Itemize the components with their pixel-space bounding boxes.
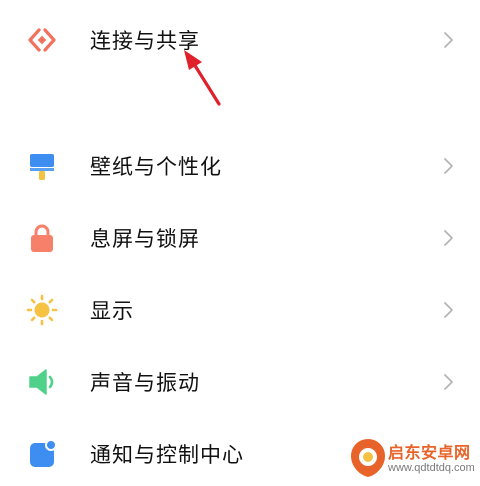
- sound-vibration-icon: [26, 366, 58, 398]
- wallpaper-personalization-icon: [26, 150, 58, 182]
- red-pointer-arrow-icon: [172, 46, 232, 112]
- connection-sharing-icon: [26, 24, 58, 56]
- settings-item-wallpaper-personalization[interactable]: 壁纸与个性化: [0, 134, 480, 198]
- chevron-right-icon: [442, 156, 456, 176]
- settings-item-label: 息屏与锁屏: [90, 227, 200, 251]
- settings-item-label: 显示: [90, 299, 134, 323]
- settings-item-label: 声音与振动: [90, 371, 200, 395]
- display-sun-icon: [26, 294, 58, 326]
- settings-item-sound-vibration[interactable]: 声音与振动: [0, 350, 480, 414]
- notification-control-icon: [26, 438, 58, 470]
- settings-item-label: 壁纸与个性化: [90, 155, 222, 179]
- watermark: 启东安卓网 www.qdtdtdq.com: [346, 436, 480, 482]
- watermark-url: www.qdtdtdq.com: [388, 462, 475, 474]
- watermark-logo-icon: [346, 436, 390, 480]
- chevron-right-icon: [442, 30, 456, 50]
- lock-screen-icon: [26, 222, 58, 254]
- chevron-right-icon: [442, 228, 456, 248]
- settings-item-lock-screen[interactable]: 息屏与锁屏: [0, 206, 480, 270]
- chevron-right-icon: [442, 300, 456, 320]
- chevron-right-icon: [442, 372, 456, 392]
- settings-item-display[interactable]: 显示: [0, 278, 480, 342]
- watermark-title: 启东安卓网: [388, 443, 471, 462]
- settings-item-connection-sharing[interactable]: 连接与共享: [0, 8, 480, 72]
- settings-item-label: 通知与控制中心: [90, 443, 244, 467]
